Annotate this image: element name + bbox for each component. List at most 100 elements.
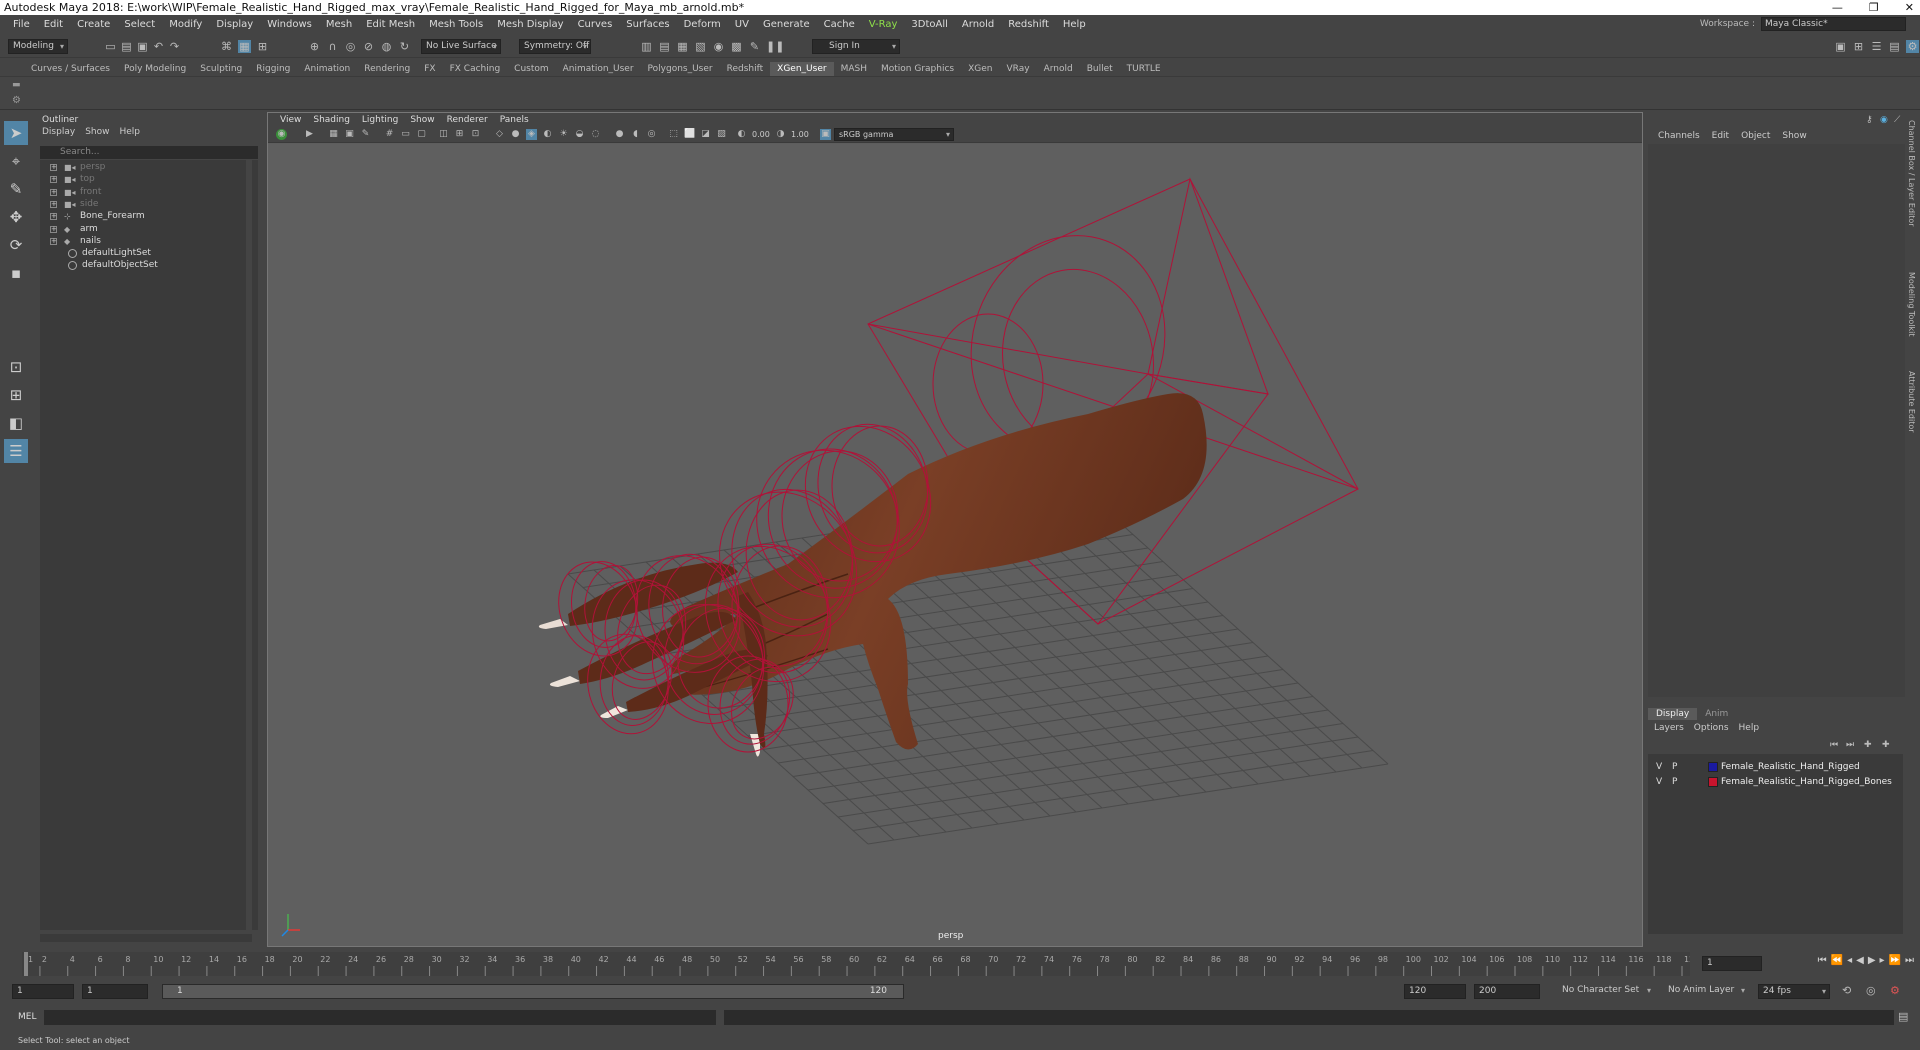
layer-menu-options[interactable]: Options bbox=[1694, 723, 1729, 733]
render-region-icon[interactable]: ▥ bbox=[640, 40, 653, 53]
move-layer-up-icon[interactable]: ⏮ bbox=[1830, 740, 1838, 750]
outliner-layout-icon[interactable]: ☰ bbox=[4, 439, 28, 463]
shelf-tab-xgen-user[interactable]: XGen_User bbox=[770, 62, 834, 76]
render-frame-icon[interactable]: ▤ bbox=[658, 40, 671, 53]
menu-curves[interactable]: Curves bbox=[571, 19, 620, 30]
expand-icon[interactable]: + bbox=[50, 200, 57, 208]
menu-file[interactable]: File bbox=[6, 19, 37, 30]
go-to-start-icon[interactable]: ⏮ bbox=[1818, 955, 1827, 966]
shelf-tab-xgen[interactable]: XGen bbox=[961, 62, 999, 76]
shelf-tab-arnold[interactable]: Arnold bbox=[1037, 62, 1080, 76]
live-surface-dropdown[interactable]: No Live Surface bbox=[421, 39, 501, 54]
viewport-canvas[interactable] bbox=[268, 144, 1642, 946]
motion-blur-icon[interactable]: ◖ bbox=[630, 129, 641, 140]
snap-surface-icon[interactable]: ◍ bbox=[380, 40, 393, 53]
minimize-button[interactable]: — bbox=[1832, 0, 1843, 15]
outliner-search-input[interactable]: Search... bbox=[40, 146, 258, 159]
channel-select-icon[interactable]: ◉ bbox=[1880, 115, 1888, 125]
menu-select[interactable]: Select bbox=[117, 19, 162, 30]
gamma-value[interactable]: 1.00 bbox=[791, 129, 809, 140]
outliner-vscroll[interactable] bbox=[252, 160, 258, 930]
snap-grid-icon[interactable]: ⊕ bbox=[308, 40, 321, 53]
color-space-dropdown[interactable]: sRGB gamma bbox=[834, 128, 954, 141]
layer-color-swatch[interactable] bbox=[1708, 762, 1718, 772]
side-tab-attribute-editor[interactable]: Attribute Editor bbox=[1907, 371, 1916, 433]
snap-curve-icon[interactable]: ∩ bbox=[326, 40, 339, 53]
snap-view-icon[interactable]: ⊘ bbox=[362, 40, 375, 53]
viewport-menu-show[interactable]: Show bbox=[404, 113, 440, 127]
layer-visibility-toggle[interactable]: V bbox=[1656, 760, 1662, 774]
shelf-tab-fx-caching[interactable]: FX Caching bbox=[443, 62, 508, 76]
current-time-marker[interactable] bbox=[24, 952, 28, 976]
undo-icon[interactable]: ↶ bbox=[152, 40, 165, 53]
shelf-tab-polygons-user[interactable]: Polygons_User bbox=[641, 62, 720, 76]
grid-toggle-icon[interactable]: # bbox=[384, 129, 395, 140]
use-all-lights-icon[interactable]: ☀ bbox=[558, 129, 569, 140]
menu-cache[interactable]: Cache bbox=[817, 19, 862, 30]
shelf-tab-poly-modeling[interactable]: Poly Modeling bbox=[117, 62, 193, 76]
restore-button[interactable]: ❐ bbox=[1869, 0, 1879, 15]
shelf-tab-bullet[interactable]: Bullet bbox=[1080, 62, 1120, 76]
outliner-menu-help[interactable]: Help bbox=[119, 127, 140, 137]
layer-tab-display[interactable]: Display bbox=[1648, 708, 1698, 720]
shadows-icon[interactable]: ◒ bbox=[574, 129, 585, 140]
range-bar[interactable]: 1 120 bbox=[162, 984, 904, 999]
snap-point-icon[interactable]: ◎ bbox=[344, 40, 357, 53]
outliner-item[interactable]: defaultObjectSet bbox=[40, 258, 246, 273]
viewport-menu-renderer[interactable]: Renderer bbox=[441, 113, 494, 127]
new-scene-icon[interactable]: ▭ bbox=[104, 40, 117, 53]
textured-icon[interactable]: ◐ bbox=[542, 129, 553, 140]
layer-playback-toggle[interactable]: P bbox=[1672, 760, 1677, 774]
viewport-menu-lighting[interactable]: Lighting bbox=[356, 113, 404, 127]
select-object-icon[interactable]: ▦ bbox=[238, 40, 251, 53]
persp-outliner-icon[interactable]: ◧ bbox=[4, 411, 28, 435]
shelf-menu-icon[interactable]: ▬ bbox=[12, 80, 21, 90]
render-view-icon[interactable]: ▩ bbox=[730, 40, 743, 53]
viewport-menu-panels[interactable]: Panels bbox=[494, 113, 535, 127]
side-tab-modeling-toolkit[interactable]: Modeling Toolkit bbox=[1907, 272, 1916, 336]
paint-select-tool-icon[interactable]: ✎ bbox=[4, 177, 28, 201]
image-plane-icon[interactable]: ▣ bbox=[344, 129, 355, 140]
gate-mask-icon[interactable]: ◫ bbox=[438, 129, 449, 140]
field-chart-icon[interactable]: ⊞ bbox=[454, 129, 465, 140]
menu-arnold[interactable]: Arnold bbox=[955, 19, 1001, 30]
sign-in-dropdown[interactable]: Sign In bbox=[812, 39, 900, 54]
symmetry-dropdown[interactable]: Symmetry: Off bbox=[519, 39, 591, 54]
vray-icon[interactable]: ✎ bbox=[748, 40, 761, 53]
scale-tool-icon[interactable]: ▪ bbox=[4, 261, 28, 285]
menu-generate[interactable]: Generate bbox=[756, 19, 817, 30]
move-layer-down-icon[interactable]: ⏭ bbox=[1846, 740, 1854, 750]
current-frame-field[interactable]: 1 bbox=[1702, 956, 1762, 971]
scene-end-field[interactable]: 200 bbox=[1474, 984, 1540, 999]
expand-icon[interactable]: + bbox=[50, 225, 57, 233]
menu-help[interactable]: Help bbox=[1056, 19, 1093, 30]
fps-dropdown[interactable]: 24 fps bbox=[1758, 984, 1830, 999]
scene-start-field[interactable]: 1 bbox=[12, 984, 74, 999]
select-component-icon[interactable]: ⊞ bbox=[256, 40, 269, 53]
side-tab-channel-box-layer-editor[interactable]: Channel Box / Layer Editor bbox=[1907, 120, 1916, 227]
menu-windows[interactable]: Windows bbox=[260, 19, 319, 30]
redo-icon[interactable]: ↷ bbox=[168, 40, 181, 53]
menu-deform[interactable]: Deform bbox=[677, 19, 728, 30]
expand-icon[interactable]: + bbox=[50, 164, 57, 171]
layer-row[interactable]: V P Female_Realistic_Hand_Rigged bbox=[1648, 760, 1903, 774]
layer-visibility-toggle[interactable]: V bbox=[1656, 775, 1662, 789]
menu-redshift[interactable]: Redshift bbox=[1001, 19, 1056, 30]
shelf-tab-turtle[interactable]: TURTLE bbox=[1120, 62, 1168, 76]
play-back-icon[interactable]: ◀ bbox=[1856, 955, 1864, 966]
viewport-menu-shading[interactable]: Shading bbox=[307, 113, 356, 127]
shelf-tab-sculpting[interactable]: Sculpting bbox=[193, 62, 249, 76]
grease-pencil-icon[interactable]: ✎ bbox=[360, 129, 371, 140]
isolate-select-icon[interactable]: ⬚ bbox=[668, 129, 679, 140]
bookmarks-icon[interactable]: ▦ bbox=[328, 129, 339, 140]
make-live-icon[interactable]: ↻ bbox=[398, 40, 411, 53]
expand-icon[interactable]: + bbox=[50, 213, 57, 221]
shelf-tab-rigging[interactable]: Rigging bbox=[249, 62, 297, 76]
menu-3dtoall[interactable]: 3DtoAll bbox=[904, 19, 955, 30]
shelf-tab-fx[interactable]: FX bbox=[417, 62, 442, 76]
single-perspective-icon[interactable]: ⊡ bbox=[4, 355, 28, 379]
shelf-tab-animation[interactable]: Animation bbox=[297, 62, 357, 76]
shelf-tab-animation-user[interactable]: Animation_User bbox=[556, 62, 641, 76]
step-back-frame-icon[interactable]: ◂ bbox=[1847, 955, 1852, 966]
toggle-modeling-toolkit-icon[interactable]: ⚙ bbox=[1906, 40, 1919, 53]
